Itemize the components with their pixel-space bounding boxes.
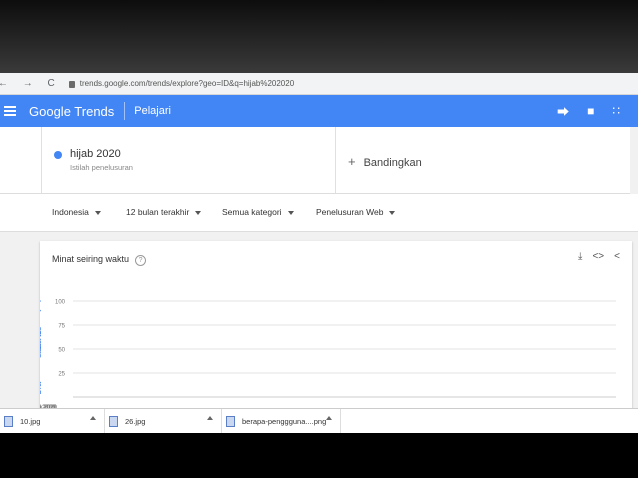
- region-value: Indonesia: [52, 207, 89, 217]
- region-dropdown[interactable]: Indonesia: [52, 207, 101, 217]
- downloads-bar: 10.jpg 26.jpg berapa-penggguna....png: [0, 408, 638, 433]
- browser-screen: ← → C trends.google.com/trends/explore?g…: [0, 73, 638, 433]
- y-tick-label: 25: [58, 372, 65, 378]
- data-point: [40, 387, 41, 390]
- brand-logo[interactable]: Google Trends: [29, 104, 114, 119]
- download-filename: 26.jpg: [125, 417, 146, 426]
- data-point: [40, 300, 41, 302]
- y-tick-label: 75: [58, 324, 65, 330]
- data-point: [40, 352, 41, 354]
- file-icon: [226, 416, 235, 427]
- chevron-down-icon: [195, 210, 202, 215]
- download-item[interactable]: 10.jpg: [0, 409, 105, 433]
- download-item[interactable]: berapa-penggguna....png: [222, 409, 341, 433]
- filter-bar: Indonesia 12 bulan terakhir Semua katego…: [0, 194, 638, 232]
- y-tick-label: 50: [58, 348, 65, 354]
- search-term-subtitle: Istilah penelusuran: [70, 163, 133, 172]
- compare-button[interactable]: + Bandingkan: [348, 154, 422, 169]
- search-term-card[interactable]: hijab 2020 Istilah penelusuran: [41, 127, 336, 193]
- category-dropdown[interactable]: Semua kategori: [222, 207, 294, 217]
- data-point: [40, 392, 41, 394]
- data-point: [40, 381, 41, 384]
- chevron-down-icon: [94, 210, 101, 215]
- feedback-icon[interactable]: ■: [587, 104, 594, 118]
- data-point: [40, 390, 41, 392]
- line-chart: 25507510013 Okt 20192 Feb 202024 Mei 202…: [40, 300, 616, 411]
- data-point: [40, 341, 41, 344]
- chevron-down-icon: [287, 210, 294, 215]
- search-terms-row: hijab 2020 Istilah penelusuran + Bandingk…: [0, 127, 630, 194]
- y-tick-label: 100: [55, 300, 66, 306]
- top-black-band: [0, 0, 638, 73]
- url-text[interactable]: trends.google.com/trends/explore?geo=ID&…: [80, 79, 294, 88]
- lock-icon: [68, 81, 75, 88]
- data-point: [40, 329, 41, 331]
- series-color-dot: [54, 151, 62, 159]
- file-icon: [4, 416, 13, 427]
- data-point: [40, 309, 41, 312]
- search-type-dropdown[interactable]: Penelusuran Web: [316, 207, 396, 217]
- data-point: [40, 330, 41, 333]
- data-point: [40, 338, 41, 341]
- category-value: Semua kategori: [222, 207, 282, 217]
- period-dropdown[interactable]: 12 bulan terakhir: [126, 207, 202, 217]
- data-point: [40, 334, 41, 337]
- chevron-up-icon[interactable]: [326, 416, 332, 420]
- download-filename: berapa-penggguna....png: [242, 417, 327, 426]
- apps-icon[interactable]: ∷: [612, 104, 620, 118]
- chevron-up-icon[interactable]: [207, 416, 213, 420]
- hamburger-menu-icon[interactable]: [4, 106, 16, 116]
- data-point: [40, 384, 41, 387]
- download-filename: 10.jpg: [20, 417, 41, 426]
- download-item[interactable]: 26.jpg: [105, 409, 222, 433]
- plus-icon: +: [348, 154, 356, 169]
- search-type-value: Penelusuran Web: [316, 207, 384, 217]
- app-bar: Google Trends Pelajari ⮕ ■ ∷: [0, 95, 638, 127]
- share-icon[interactable]: ⮕: [557, 103, 569, 120]
- chevron-down-icon: [389, 210, 396, 215]
- search-term-name[interactable]: hijab 2020: [70, 148, 121, 160]
- interest-over-time-card: Minat seiring waktu? ⤓ <> < 25507510013 …: [40, 241, 632, 433]
- data-point: [40, 343, 41, 345]
- section-title: Pelajari: [134, 105, 171, 117]
- nav-buttons[interactable]: ← → C: [0, 78, 61, 89]
- chevron-up-icon[interactable]: [90, 416, 96, 420]
- appbar-divider: [124, 102, 126, 120]
- file-icon: [109, 416, 118, 427]
- bottom-black-band: [0, 433, 638, 478]
- period-value: 12 bulan terakhir: [126, 207, 190, 217]
- compare-label: Bandingkan: [363, 157, 422, 169]
- browser-address-bar[interactable]: ← → C trends.google.com/trends/explore?g…: [0, 73, 638, 95]
